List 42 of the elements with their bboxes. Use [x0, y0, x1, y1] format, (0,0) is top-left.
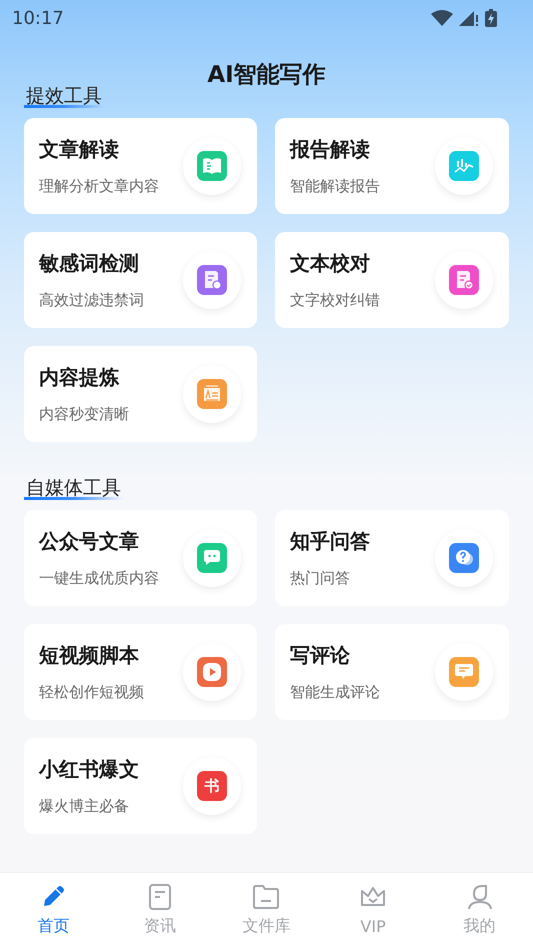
nav-tab[interactable]: 首页: [13, 884, 94, 937]
tool-card[interactable]: 文本校对 文字校对纠错: [275, 232, 509, 328]
tool-subtitle: 文字校对纠错: [290, 291, 380, 310]
tool-subtitle: 智能解读报告: [290, 177, 380, 196]
tool-card[interactable]: 短视频脚本 轻松创作短视频: [24, 624, 257, 720]
document-icon: [146, 884, 173, 910]
page-title: AI智能写作: [206, 61, 327, 90]
tool-card[interactable]: 写评论 智能生成评论: [275, 624, 509, 720]
battery-icon: [485, 9, 497, 27]
tool-subtitle: 内容秒变清晰: [39, 405, 129, 424]
tool-title: 敏感词检测: [39, 250, 140, 277]
tool-title: 文本校对: [290, 250, 371, 277]
tool-subtitle: 智能生成评论: [290, 683, 380, 702]
folder-icon: [252, 884, 280, 910]
tool-card[interactable]: 报告解读 智能解读报告: [275, 118, 509, 214]
tool-title: 写评论: [290, 642, 351, 669]
section-title: 自媒体工具: [24, 476, 123, 500]
tool-title: 文章解读: [39, 136, 120, 163]
tool-title: 报告解读: [290, 136, 371, 163]
tool-subtitle: 一键生成优质内容: [39, 569, 159, 588]
tool-card[interactable]: 文章解读 理解分析文章内容: [24, 118, 257, 214]
status-time: 10:17: [12, 8, 64, 28]
person-icon: [466, 884, 494, 910]
tool-subtitle: 高效过滤违禁词: [39, 291, 144, 310]
tool-title: 公众号文章: [39, 528, 140, 555]
tool-subtitle: 热门问答: [290, 569, 351, 588]
tool-card[interactable]: 知乎问答 热门问答: [275, 510, 509, 606]
glyph-badge: 书: [197, 771, 227, 801]
tool-title: 内容提炼: [39, 364, 120, 391]
tool-subtitle: 理解分析文章内容: [39, 177, 159, 196]
tool-card[interactable]: 敏感词检测 高效过滤违禁词: [24, 232, 257, 328]
tool-title: 小红书爆文: [39, 756, 139, 783]
tool-subtitle: 轻松创作短视频: [39, 683, 144, 702]
tool-card[interactable]: 内容提炼 内容秒变清晰: [24, 346, 257, 442]
tool-card[interactable]: 公众号文章 一键生成优质内容: [24, 510, 257, 606]
tool-title: 知乎问答: [290, 528, 370, 555]
wifi-icon: [431, 10, 453, 26]
tool-card[interactable]: 小红书爆文 爆火博主必备 书: [24, 738, 257, 834]
signal-icon: [459, 10, 479, 26]
tool-subtitle: 爆火博主必备: [39, 797, 130, 816]
tool-title: 短视频脚本: [39, 642, 140, 669]
section-title: 提效工具: [24, 84, 104, 108]
